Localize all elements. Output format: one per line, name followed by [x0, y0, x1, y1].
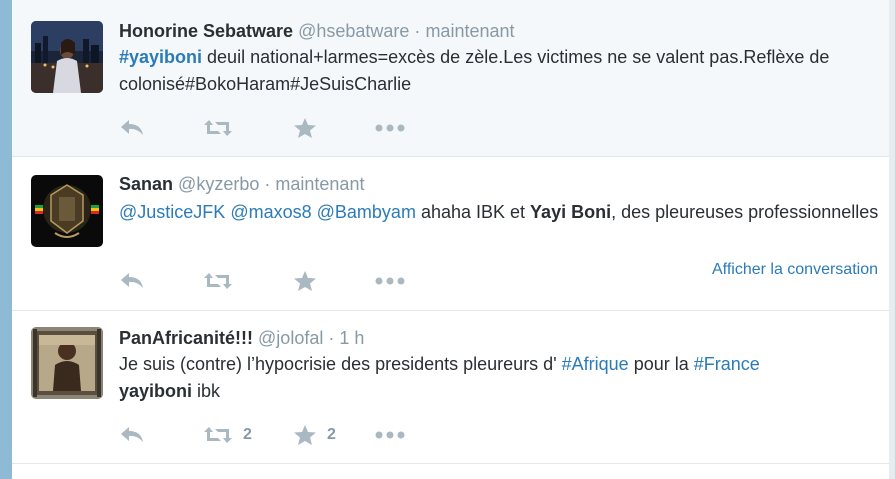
reply-button[interactable] — [119, 116, 145, 140]
reply-button[interactable] — [119, 269, 145, 293]
favorite-button[interactable]: 2 — [293, 423, 336, 447]
retweet-button[interactable] — [203, 116, 243, 140]
tweet-text-body: pour la — [628, 354, 694, 374]
more-dots-icon — [375, 431, 405, 439]
retweet-icon — [204, 273, 232, 289]
tweet-item[interactable]: Sanan @kyzerbo · maintenant @JusticeJFK … — [12, 157, 889, 311]
tweet-text-body: Je suis (contre) l’hypocrisie des presid… — [119, 354, 562, 374]
author-name[interactable]: PanAfricanité!!! — [119, 328, 253, 348]
more-button[interactable] — [374, 116, 406, 140]
tweet-header: Honorine Sebatware @hsebatware · mainten… — [119, 20, 515, 42]
mention-link[interactable]: @Bambyam — [317, 202, 416, 222]
star-icon — [294, 118, 316, 138]
tweet-item[interactable] — [12, 464, 889, 479]
avatar[interactable] — [31, 175, 103, 247]
author-handle[interactable]: @kyzerbo — [178, 174, 259, 194]
timestamp[interactable]: maintenant — [425, 21, 514, 41]
tweet-text: @JusticeJFK @maxos8 @Bambyam ahaha IBK e… — [119, 199, 879, 226]
more-dots-icon — [375, 124, 405, 132]
tweet-text-body: , des pleureuses professionnelles — [611, 202, 879, 222]
more-dots-icon — [375, 277, 405, 285]
more-button[interactable] — [374, 423, 406, 447]
scrollbar[interactable] — [889, 0, 895, 479]
avatar[interactable] — [31, 21, 103, 93]
retweet-count: 2 — [243, 426, 252, 443]
tweet-text-body: deuil national+larmes=excès de zèle.Les … — [119, 47, 830, 94]
hashtag-link[interactable]: #France — [694, 354, 760, 374]
timestamp[interactable]: maintenant — [275, 174, 364, 194]
author-handle[interactable]: @hsebatware — [298, 21, 409, 41]
favorite-button[interactable] — [293, 269, 327, 293]
avatar[interactable] — [31, 327, 103, 399]
star-icon — [294, 425, 316, 445]
mention-link[interactable]: @JusticeJFK — [119, 202, 225, 222]
tweet-header: PanAfricanité!!! @jolofal · 1 h — [119, 327, 364, 349]
author-name[interactable]: Honorine Sebatware — [119, 21, 293, 41]
separator-dot: · — [328, 328, 335, 348]
highlighted-term: yayiboni — [119, 381, 193, 401]
view-conversation-link[interactable]: Afficher la conversation — [712, 261, 878, 279]
separator-dot: · — [414, 21, 421, 41]
tweet-text-body: ibk — [192, 381, 221, 401]
reply-icon — [121, 273, 143, 288]
retweet-icon — [204, 427, 232, 443]
tweet-item[interactable]: PanAfricanité!!! @jolofal · 1 h Je suis … — [12, 311, 889, 464]
retweet-icon — [204, 120, 232, 136]
reply-icon — [121, 427, 143, 442]
tweet-item[interactable]: Honorine Sebatware @hsebatware · mainten… — [12, 0, 889, 157]
retweet-button[interactable]: 2 — [203, 423, 252, 447]
hashtag-link[interactable]: #Afrique — [562, 354, 629, 374]
author-name[interactable]: Sanan — [119, 174, 173, 194]
tweet-text: Je suis (contre) l’hypocrisie des presid… — [119, 351, 879, 405]
timestamp[interactable]: 1 h — [339, 328, 364, 348]
favorite-count: 2 — [327, 426, 336, 443]
tweet-header: Sanan @kyzerbo · maintenant — [119, 173, 364, 195]
reply-icon — [121, 120, 143, 135]
highlighted-term: Yayi Boni — [530, 202, 612, 222]
separator-dot: · — [264, 174, 271, 194]
retweet-button[interactable] — [203, 269, 243, 293]
left-edge-strip — [0, 0, 12, 479]
reply-button[interactable] — [119, 423, 145, 447]
author-handle[interactable]: @jolofal — [258, 328, 323, 348]
favorite-button[interactable] — [293, 116, 327, 140]
more-button[interactable] — [374, 269, 406, 293]
tweet-text: #yayiboni deuil national+larmes=excès de… — [119, 44, 879, 98]
tweet-text-body: ahaha IBK et — [415, 202, 531, 222]
mention-link[interactable]: @maxos8 — [230, 202, 311, 222]
hashtag-link[interactable]: #yayiboni — [119, 47, 202, 67]
star-icon — [294, 271, 316, 291]
